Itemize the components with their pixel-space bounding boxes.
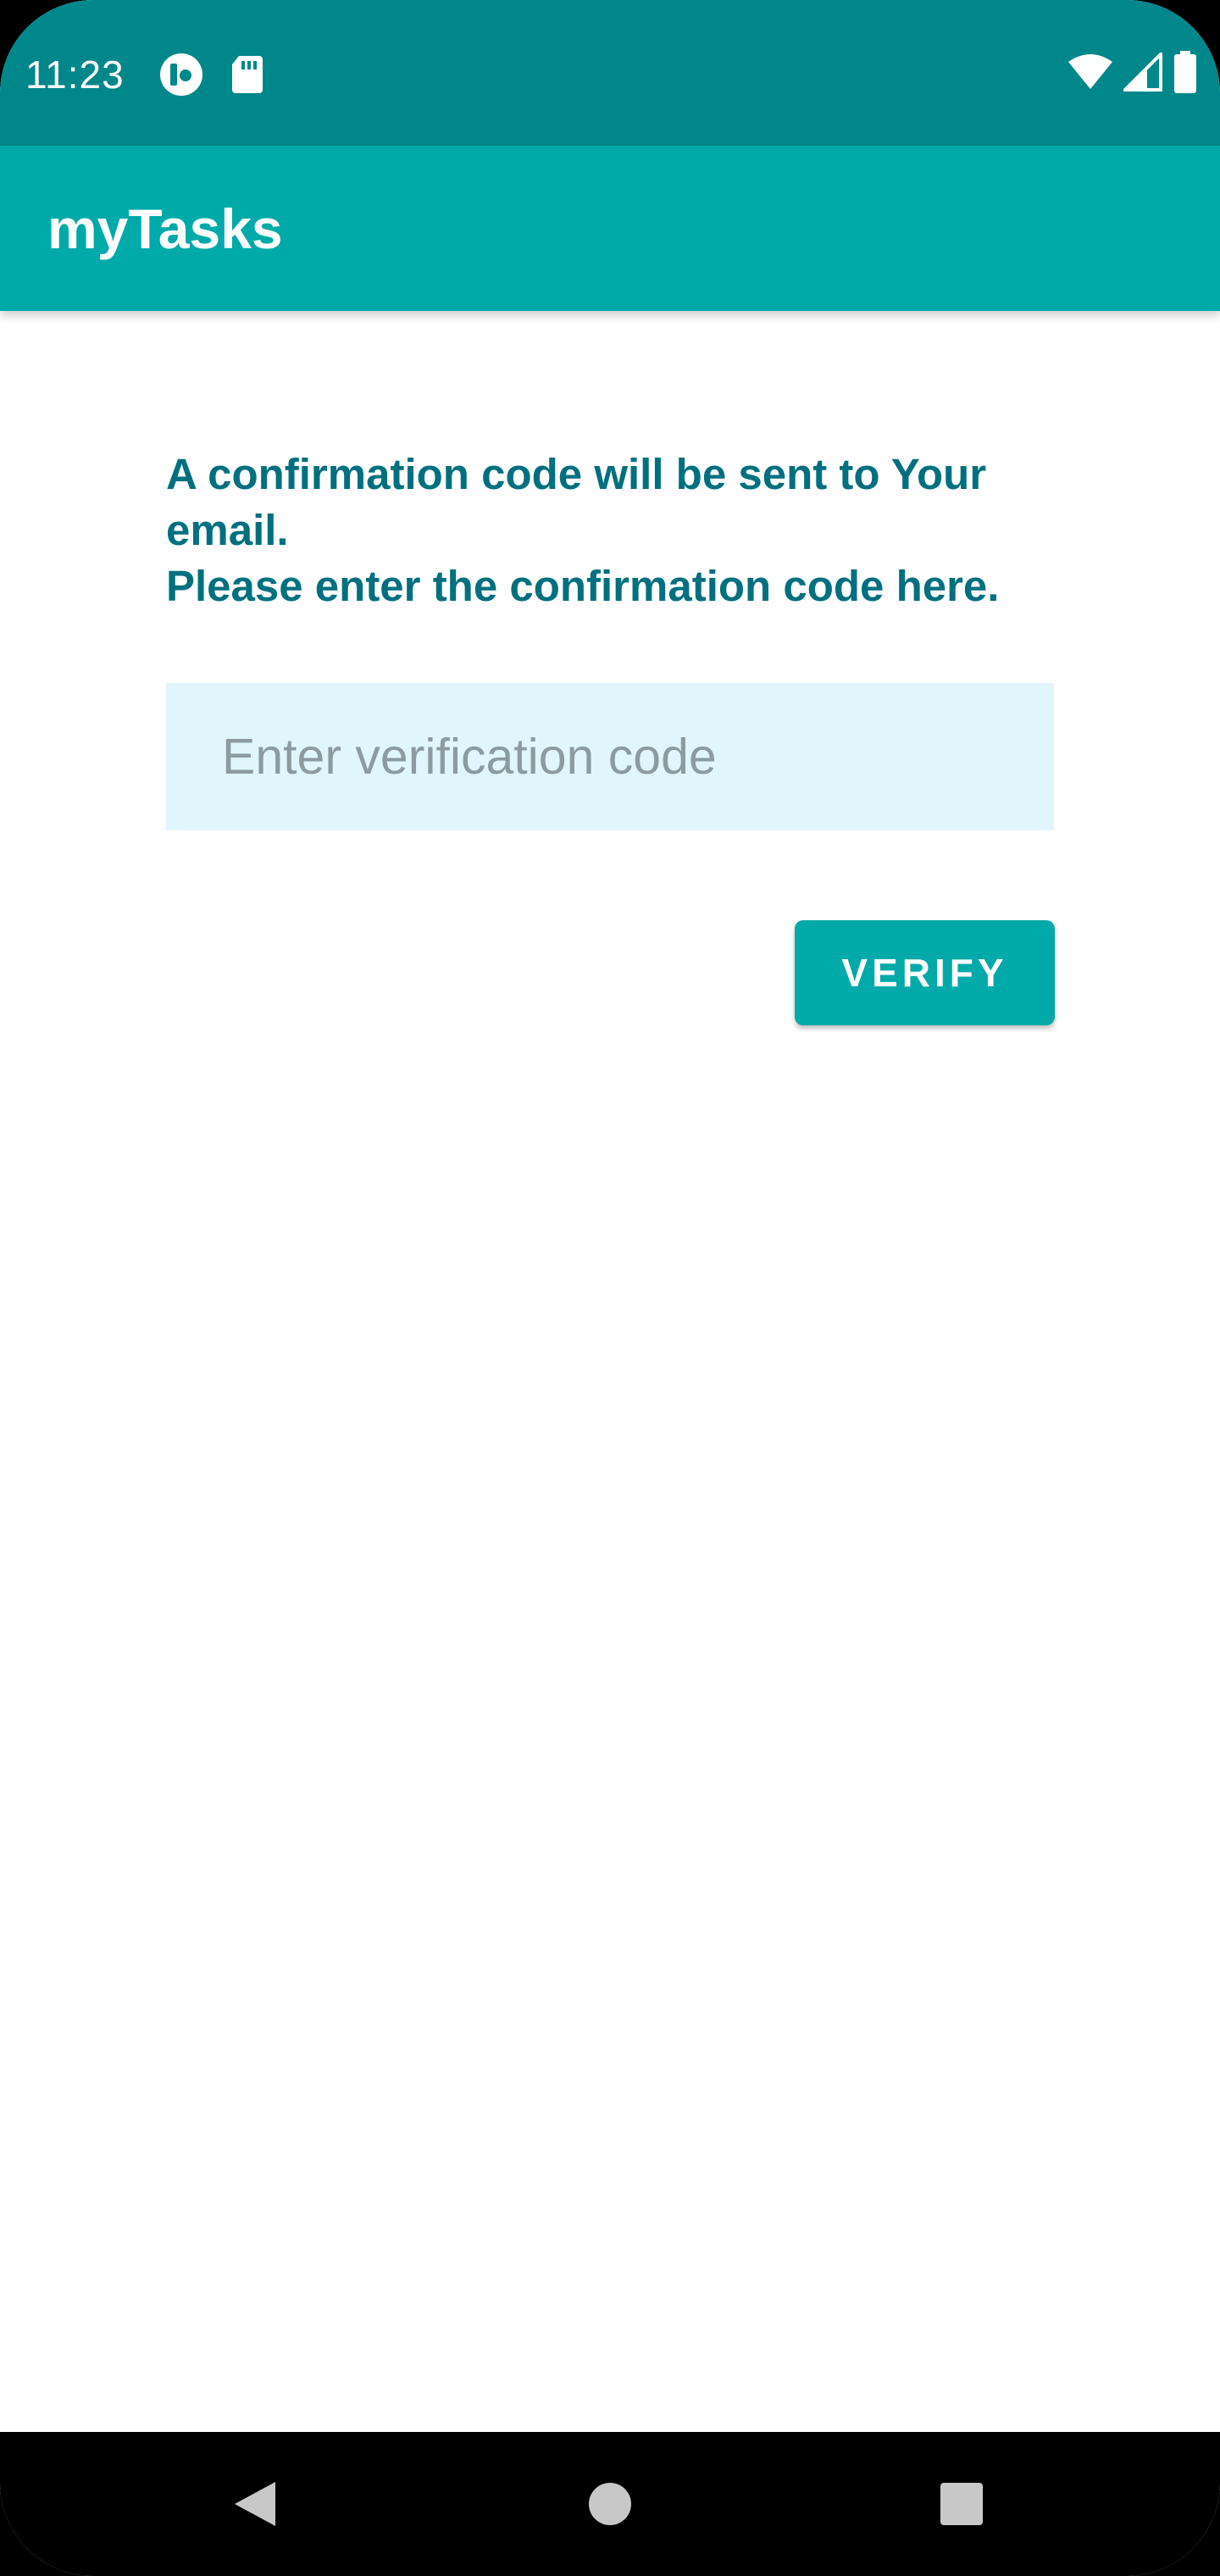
recents-icon[interactable]	[923, 2466, 1000, 2542]
phone-screen: 11:23 myTasks A confirmation code will b…	[0, 0, 1220, 2576]
back-icon[interactable]	[217, 2466, 293, 2542]
app-notification-icon	[159, 53, 203, 97]
home-icon[interactable]	[572, 2466, 648, 2542]
verification-screen: A confirmation code will be sent to Your…	[0, 311, 1220, 2432]
instruction-line-2: Please enter the confirmation code here.	[166, 562, 1000, 610]
status-bar: 11:23	[0, 0, 1220, 146]
app-title: myTasks	[47, 197, 283, 260]
sd-card-icon	[229, 53, 273, 97]
verify-button[interactable]: VERIFY	[795, 920, 1055, 1025]
status-time: 11:23	[25, 53, 125, 97]
verification-instructions: A confirmation code will be sent to Your…	[166, 447, 1064, 614]
battery-icon	[1173, 50, 1198, 97]
wifi-icon	[1068, 53, 1113, 95]
app-bar: myTasks	[0, 146, 1220, 311]
instruction-line-1: A confirmation code will be sent to Your…	[166, 450, 987, 554]
verification-code-input[interactable]	[166, 683, 1054, 830]
status-right-icons	[1068, 49, 1198, 97]
navigation-bar	[0, 2432, 1220, 2576]
cell-signal-icon	[1121, 49, 1162, 96]
